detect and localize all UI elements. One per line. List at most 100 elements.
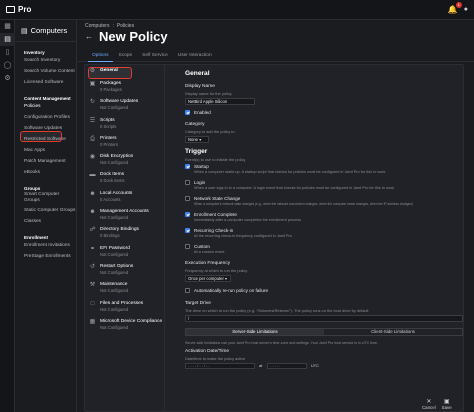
startup-checkbox[interactable] — [185, 164, 190, 169]
activation-time-input[interactable]: - - : - - — [267, 363, 307, 369]
sidebar-item-prestage-enrollments[interactable]: PreStage Enrollments — [15, 251, 76, 262]
sidebar-item-ebooks[interactable]: eBooks — [15, 167, 76, 178]
auto-rerun-label: Automatically re-run policy on failure — [194, 288, 269, 293]
payload-efi-password[interactable]: ⚭ EFI Password Not Configured — [85, 243, 164, 261]
payload-software-updates[interactable]: ↻ Software Updates Not Configured — [85, 96, 164, 114]
sidebar-item-smart-computer-groups[interactable]: Smart Computer Groups — [15, 191, 76, 205]
sidebar-item-mac-apps[interactable]: Mac Apps — [15, 145, 76, 156]
enabled-label: Enabled — [194, 110, 211, 115]
lock-icon: ◉ — [89, 154, 96, 161]
login-checkbox[interactable] — [185, 180, 190, 185]
display-name-label: Display Name — [185, 84, 215, 89]
trigger-heading: Trigger — [185, 148, 208, 155]
sidebar-item-search-inventory[interactable]: Search Inventory — [15, 55, 76, 66]
sidebar-item-licensed-software[interactable]: Licensed Software — [15, 77, 76, 88]
enrollment-complete-checkbox[interactable] — [185, 212, 190, 217]
product-name: Pro — [18, 5, 32, 14]
tab-scope[interactable]: Scope — [115, 51, 137, 62]
sidebar-item-policies[interactable]: Policies — [15, 101, 76, 112]
enrollment-complete-help: Immediately after a computer completes t… — [194, 218, 301, 222]
payload-management-accounts[interactable]: ☻ Management Accounts Not Configured — [85, 206, 164, 224]
payload-dock-items[interactable]: ▬ Dock Items 0 Dock Items — [85, 169, 164, 187]
sidebar-item-enrollment-invitations[interactable]: Enrollment Invitations — [15, 240, 76, 251]
display-name-input[interactable]: NetBird Apple Silicon — [185, 98, 255, 105]
computer-icon: ▤ — [21, 27, 28, 35]
payload-restart-options[interactable]: ↺ Restart Options Not Configured — [85, 261, 164, 279]
gear-icon: ⚙ — [89, 68, 96, 74]
limitations-toggle: Server-Side Limitations Client-Side Limi… — [185, 328, 463, 336]
notifications-button[interactable]: 🔔 1 — [448, 2, 462, 14]
tab-user-interaction[interactable]: User Interaction — [174, 51, 216, 62]
tab-bar: Options Scope Self Service User Interact… — [78, 51, 474, 62]
payload-scripts[interactable]: ☰ Scripts 0 Scripts — [85, 115, 164, 133]
general-settings: General Display Name Display name for th… — [185, 65, 463, 411]
utc-label: UTC — [311, 363, 319, 368]
network-state-change-help: When a computer's network state changes … — [194, 202, 413, 206]
top-actions: 🔔 1 ● — [448, 2, 468, 14]
tab-self-service[interactable]: Self Service — [138, 51, 172, 62]
sidebar-item-classes[interactable]: Classes — [15, 216, 76, 227]
sidebar-item-patch-management[interactable]: Patch Management — [15, 156, 76, 167]
chevron-down-icon: ▾ — [199, 137, 202, 142]
sidebar-item-configuration-profiles[interactable]: Configuration Profiles — [15, 112, 76, 123]
enrollment-complete-label: Enrollment Complete — [194, 212, 237, 217]
recurring-check-in-label: Recurring Check-in — [194, 228, 234, 233]
sidebar-item-search-volume-content[interactable]: Search Volume Content — [15, 66, 76, 77]
category-select[interactable]: None ▾ — [185, 136, 209, 143]
sidebar-section-enrollment: Enrollment — [24, 235, 48, 240]
users-icon[interactable]: ◯ — [0, 59, 15, 72]
activation-label: Activation Date/Time — [185, 349, 230, 354]
general-heading: General — [185, 70, 210, 77]
payload-maintenance[interactable]: ⚒ Maintenance Not Configured — [85, 279, 164, 297]
dashboard-icon[interactable]: ▦ — [0, 20, 15, 33]
client-side-limitations-tab[interactable]: Client-Side Limitations — [324, 329, 462, 335]
frequency-select[interactable]: Once per computer ▾ — [185, 275, 231, 282]
category-label: Category — [185, 122, 205, 127]
payload-printers[interactable]: ⎙ Printers 0 Printers — [85, 133, 164, 151]
payload-local-accounts[interactable]: ☻ Local Accounts 0 Accounts — [85, 188, 164, 206]
sidebar-item-static-computer-groups[interactable]: Static Computer Groups — [15, 205, 76, 216]
user-menu-button[interactable]: ● — [464, 6, 468, 13]
payload-general[interactable]: ⚙ General — [85, 65, 164, 78]
sidebar-title: ▤ Computers — [15, 20, 76, 42]
server-side-limitations-tab[interactable]: Server-Side Limitations — [186, 329, 324, 335]
package-icon: ▣ — [89, 81, 96, 87]
wrench-icon: ⚒ — [89, 282, 96, 289]
login-label: Login — [194, 180, 206, 185]
close-icon: ✕ — [426, 399, 432, 405]
payload-list: ⚙ General ▣ Packages 0 Packages ↻ Software U… — [85, 65, 165, 411]
cancel-button[interactable]: ✕ Cancel — [422, 398, 436, 410]
app-window: Pro 🔔 1 ● ▦ ▤ ▯ ◯ ⚙ ▤ Computers Inventory… — [0, 0, 474, 412]
network-state-change-label: Network State Change — [194, 196, 241, 201]
auto-rerun-checkbox[interactable] — [185, 288, 190, 293]
account-icon: ☻ — [89, 190, 96, 197]
tab-options[interactable]: Options — [88, 51, 113, 62]
computers-icon[interactable]: ▤ — [0, 33, 15, 46]
back-arrow-icon[interactable]: ← — [85, 32, 93, 41]
devices-icon[interactable]: ▯ — [0, 46, 15, 59]
payload-files-and-processes[interactable]: □ Files and Processes Not Configured — [85, 298, 164, 316]
activation-date-input[interactable]: - - - - / - - / - - — [185, 363, 255, 369]
chevron-down-icon: ▾ — [225, 276, 228, 281]
payload-disk-encryption[interactable]: ◉ Disk Encryption Not Configured — [85, 151, 164, 169]
jamf-logo-icon — [6, 6, 15, 13]
target-drive-label: Target Drive — [185, 301, 211, 306]
settings-icon[interactable]: ⚙ — [0, 72, 15, 85]
save-icon: ▣ — [443, 399, 450, 405]
enabled-checkbox[interactable] — [185, 110, 190, 115]
update-icon: ↻ — [89, 99, 96, 106]
save-button[interactable]: ▣ Save — [442, 398, 452, 410]
recurring-check-in-help: At the recurring check-in frequency conf… — [194, 234, 292, 238]
sidebar-section-inventory: Inventory — [24, 50, 45, 55]
payload-packages[interactable]: ▣ Packages 0 Packages — [85, 78, 164, 96]
display-name-help: Display name for the policy — [185, 91, 232, 96]
script-icon: ☰ — [89, 117, 96, 124]
custom-checkbox[interactable] — [185, 244, 190, 249]
startup-label: Startup — [194, 164, 209, 169]
payload-directory-bindings[interactable]: ☍ Directory Bindings 0 Bindings — [85, 224, 164, 242]
recurring-check-in-checkbox[interactable] — [185, 228, 190, 233]
target-drive-input[interactable]: / — [185, 315, 463, 322]
payload-microsoft-device-compliance[interactable]: ▦ Microsoft Device Compliance Not Configur… — [85, 316, 164, 338]
limitations-help: Server-side limitations use your Jamf Pr… — [185, 341, 379, 345]
network-state-change-checkbox[interactable] — [185, 196, 190, 201]
